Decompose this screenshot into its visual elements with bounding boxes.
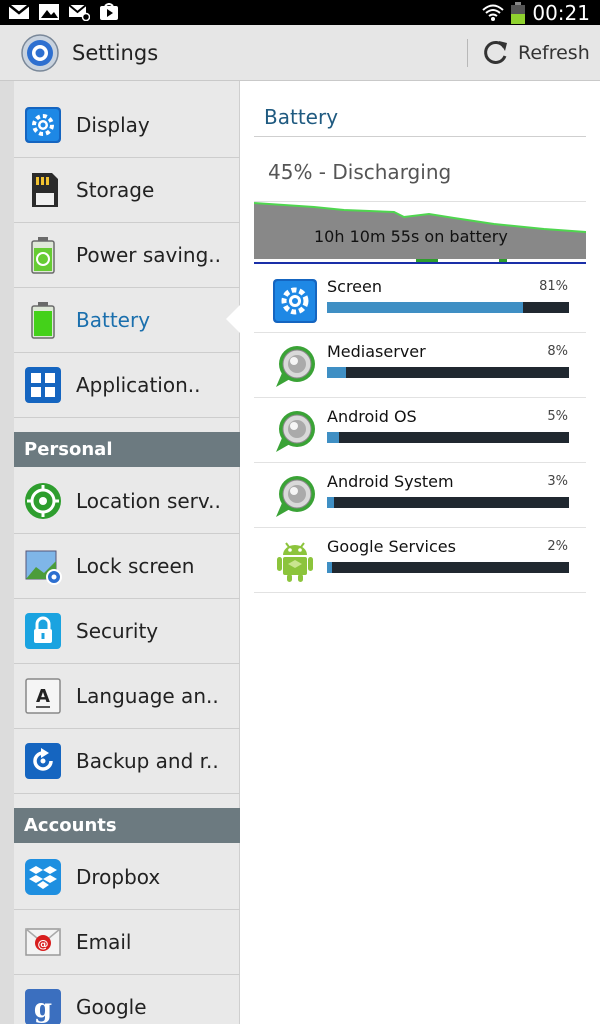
- location-icon: [25, 483, 61, 519]
- android-os-icon: [276, 411, 315, 452]
- status-bar: 00:21: [0, 0, 600, 25]
- sidebar-item-lock-screen[interactable]: Lock screen: [14, 534, 240, 599]
- sidebar-item-email[interactable]: @ Email: [14, 910, 240, 975]
- play-store-icon: [100, 3, 118, 20]
- screen-gear-icon: [273, 279, 317, 323]
- sidebar-item-power-saving[interactable]: Power saving..: [14, 223, 240, 288]
- sidebar-item-label: Display: [76, 113, 150, 137]
- app-title: Settings: [72, 41, 159, 65]
- sidebar-item-battery[interactable]: Battery: [14, 288, 240, 353]
- action-bar: Settings Refresh: [0, 25, 600, 81]
- sidebar-item-label: Application..: [76, 373, 201, 397]
- app-name: Android System: [327, 472, 454, 491]
- usage-bar-fill: [327, 432, 340, 443]
- usage-bar-fill: [327, 497, 335, 508]
- app-name: Google Services: [327, 537, 456, 556]
- usage-bar-fill: [327, 367, 347, 378]
- usage-bar: [327, 497, 569, 508]
- applications-icon: [25, 367, 61, 403]
- action-divider: [467, 39, 468, 67]
- app-percent: 5%: [547, 409, 568, 424]
- language-icon: A: [25, 678, 61, 714]
- sidebar-item-label: Location serv..: [76, 489, 221, 513]
- app-name: Screen: [327, 277, 383, 296]
- usage-bar-fill: [327, 302, 524, 313]
- lock-screen-icon: [25, 550, 62, 585]
- sidebar-item-label: Storage: [76, 178, 155, 202]
- usage-bar: [327, 302, 569, 313]
- sidebar-item-label: Language an..: [76, 684, 219, 708]
- gmail-icon: [8, 4, 30, 19]
- app-percent: 8%: [547, 344, 568, 359]
- battery-status-icon: [511, 1, 526, 24]
- sidebar-item-backup[interactable]: Backup and r..: [14, 729, 240, 794]
- list-edge: [0, 81, 14, 1024]
- sidebar-item-label: Dropbox: [76, 865, 161, 889]
- android-system-icon: [276, 476, 315, 517]
- clock: 00:21: [532, 0, 590, 25]
- usage-row-google-services[interactable]: Google Services 2%: [254, 528, 586, 593]
- mediaserver-icon: [276, 346, 315, 387]
- wifi-icon: [482, 4, 505, 21]
- sidebar-item-security[interactable]: Security: [14, 599, 240, 664]
- usage-row-screen[interactable]: Screen 81%: [254, 268, 586, 333]
- usage-row-mediaserver[interactable]: Mediaserver 8%: [254, 333, 586, 398]
- sidebar-item-label: Email: [76, 930, 132, 954]
- android-robot-icon: [277, 542, 313, 582]
- battery-status: 45% - Discharging: [268, 160, 452, 184]
- battery-duration: 10h 10m 55s on battery: [314, 227, 508, 246]
- sidebar-item-applications[interactable]: Application..: [14, 353, 240, 418]
- section-header-personal: Personal: [14, 432, 240, 467]
- usage-bar-fill: [327, 562, 332, 573]
- notification-icons: [8, 3, 120, 21]
- google-icon: g: [25, 989, 61, 1024]
- svg-text:g: g: [34, 994, 52, 1024]
- sidebar-item-label: Lock screen: [76, 554, 195, 578]
- display-icon: [25, 107, 61, 143]
- sidebar-item-storage[interactable]: Storage: [14, 158, 240, 223]
- battery-icon: [31, 302, 55, 339]
- sidebar-item-label: Power saving..: [76, 243, 221, 267]
- backup-icon: [25, 743, 61, 779]
- title-divider: [254, 136, 586, 137]
- sidebar-item-dropbox[interactable]: Dropbox: [14, 845, 240, 910]
- sidebar-item-google[interactable]: g Google: [14, 975, 240, 1024]
- app-percent: 3%: [547, 474, 568, 489]
- refresh-button[interactable]: Refresh: [480, 33, 590, 73]
- pane-title: Battery: [264, 105, 339, 129]
- selection-pointer: [226, 305, 240, 333]
- svg-text:A: A: [36, 686, 50, 707]
- sidebar-item-label: Security: [76, 619, 159, 643]
- app-name: Android OS: [327, 407, 417, 426]
- settings-app-icon[interactable]: [20, 33, 60, 73]
- sidebar-item-label: Backup and r..: [76, 749, 219, 773]
- email-icon: [68, 4, 90, 21]
- app-percent: 2%: [547, 539, 568, 554]
- usage-bar: [327, 432, 569, 443]
- power-saving-icon: [31, 237, 55, 274]
- gallery-icon: [39, 4, 59, 20]
- dropbox-icon: [25, 859, 61, 895]
- refresh-icon: [484, 40, 507, 64]
- refresh-label: Refresh: [518, 42, 590, 64]
- sidebar-item-location[interactable]: Location serv..: [14, 469, 240, 534]
- section-header-accounts: Accounts: [14, 808, 240, 843]
- usage-row-android-system[interactable]: Android System 3%: [254, 463, 586, 528]
- security-lock-icon: [25, 613, 61, 649]
- usage-row-android-os[interactable]: Android OS 5%: [254, 398, 586, 463]
- app-name: Mediaserver: [327, 342, 426, 361]
- email-account-icon: @: [25, 928, 61, 956]
- sidebar-item-language[interactable]: A Language an..: [14, 664, 240, 729]
- sidebar-item-label: Battery: [76, 308, 151, 332]
- usage-bar: [327, 562, 569, 573]
- svg-text:@: @: [38, 938, 49, 951]
- sidebar-item-label: Google: [76, 995, 147, 1019]
- battery-detail-pane: Battery 45% - Discharging 10h 10m 55s on…: [240, 81, 600, 1024]
- app-percent: 81%: [539, 279, 568, 294]
- sd-card-icon: [32, 173, 58, 207]
- sidebar-item-display[interactable]: Display: [14, 93, 240, 158]
- usage-bar: [327, 367, 569, 378]
